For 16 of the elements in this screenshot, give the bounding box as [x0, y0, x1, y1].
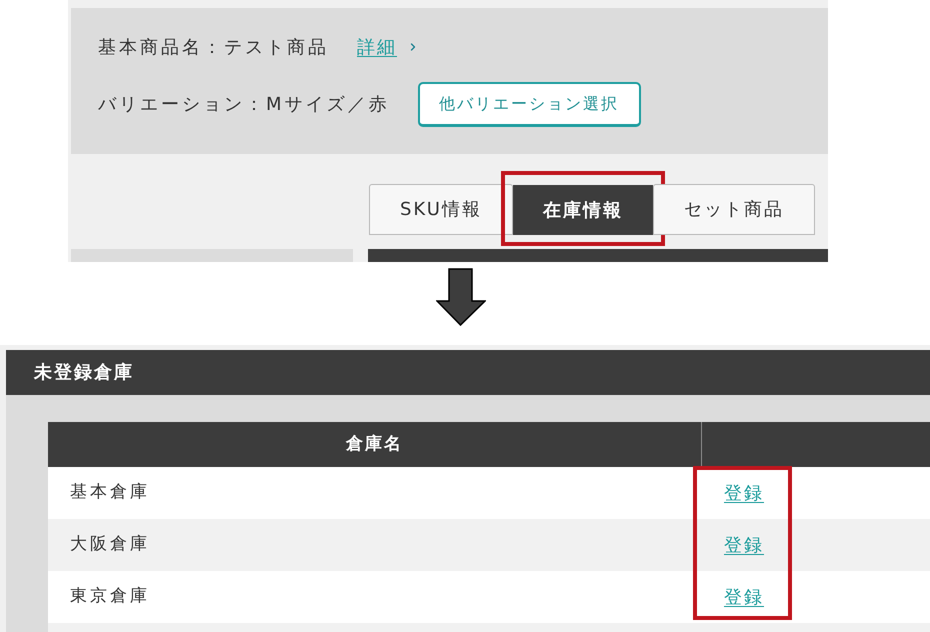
section-title: 未登録倉庫 [34, 361, 134, 385]
warehouse-name: 大阪倉庫 [70, 533, 150, 556]
tab[interactable]: SKU情報 [369, 184, 513, 235]
tab[interactable]: セット商品 [652, 184, 815, 235]
register-link[interactable]: 登録 [724, 480, 764, 506]
warehouse-name: 基本倉庫 [70, 481, 150, 504]
column-header: 倉庫名 [346, 432, 403, 456]
detail-link[interactable]: 詳細 [357, 34, 397, 60]
down-arrow-icon [436, 268, 486, 326]
variation-label: バリエーション：Mサイズ／赤 [98, 93, 390, 117]
warehouse-name: 東京倉庫 [70, 585, 150, 608]
register-link[interactable]: 登録 [724, 584, 764, 610]
base-product-name: 基本商品名：テスト商品 [98, 36, 329, 60]
tab[interactable]: 在庫情報 [512, 185, 653, 235]
register-link[interactable]: 登録 [724, 532, 764, 558]
other-variation-button[interactable]: 他バリエーション選択 [418, 82, 641, 127]
